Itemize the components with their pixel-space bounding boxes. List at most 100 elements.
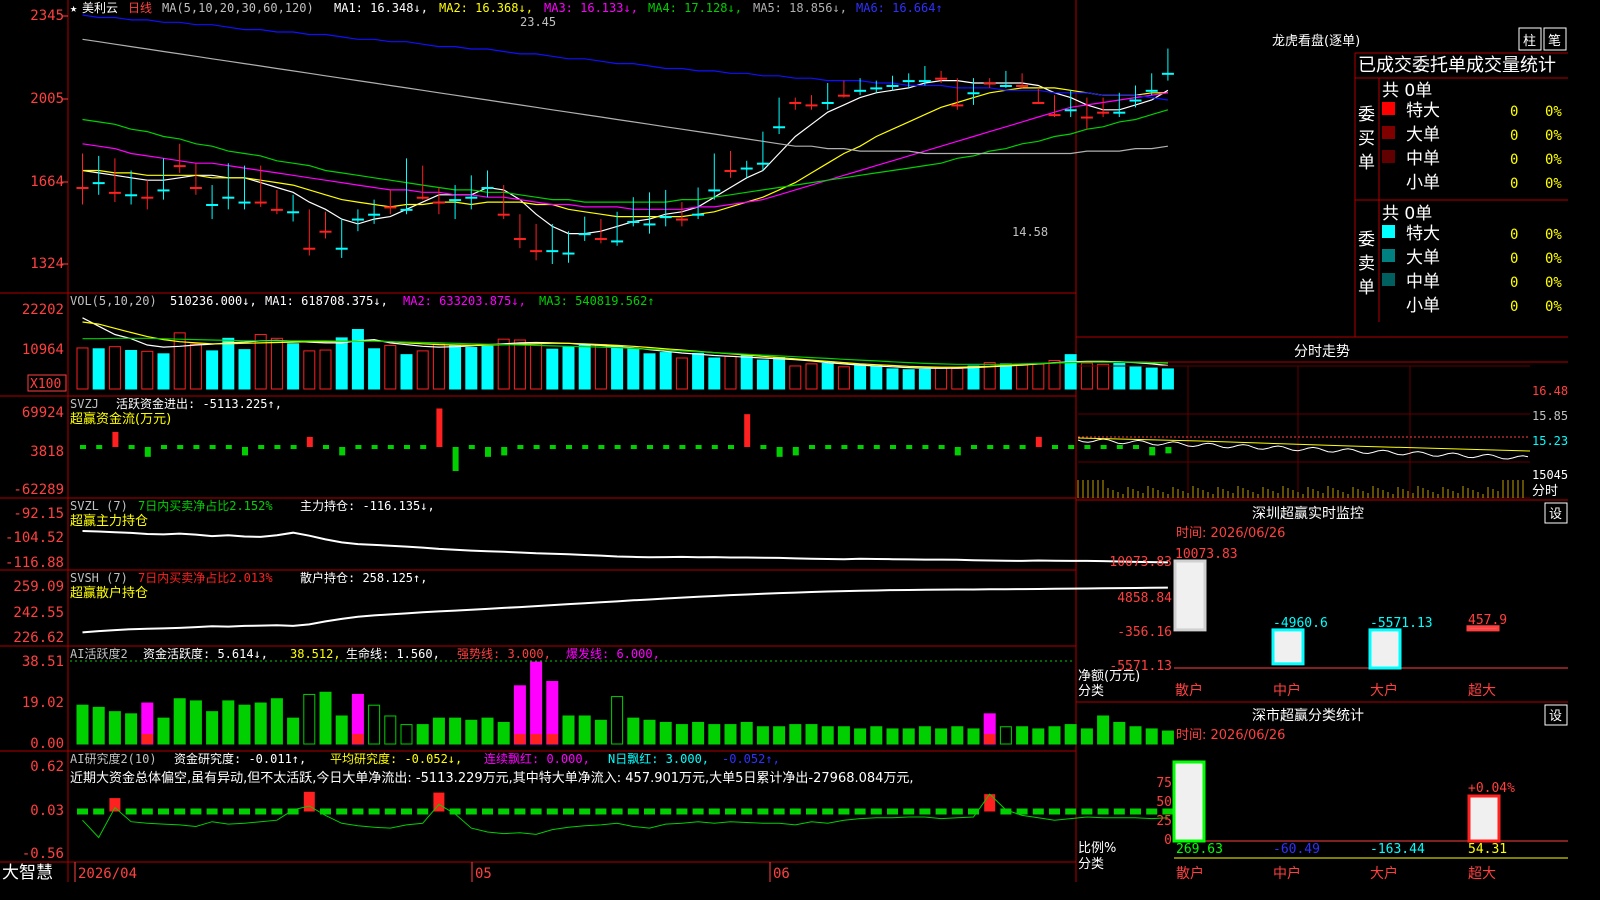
- svzj-title: 超赢资金流(万元): [70, 411, 171, 427]
- flow-dash: [760, 444, 767, 449]
- vol-value: 510236.000↓,: [170, 294, 257, 308]
- retail-position-panel[interactable]: [82, 586, 1168, 634]
- research-dash: [644, 808, 655, 815]
- candlestick-panel[interactable]: [76, 14, 1174, 264]
- class-value-label: -163.44: [1370, 842, 1425, 857]
- monitor-y-label: 4858.84: [1117, 591, 1172, 606]
- svzj-y-label: -62289: [13, 482, 64, 498]
- candle-body: [643, 223, 656, 226]
- flow-dash: [193, 444, 200, 449]
- high-marker: 23.45: [520, 15, 556, 29]
- order-count: 0: [1510, 227, 1518, 243]
- timeline-vol-label: 15045: [1532, 468, 1568, 482]
- main-position-panel[interactable]: [82, 530, 1168, 564]
- research-dash: [546, 808, 558, 815]
- flow-dash: [225, 444, 232, 449]
- research-dash: [125, 808, 137, 815]
- volume-bar: [157, 353, 170, 390]
- research-dash: [838, 808, 850, 815]
- research-panel[interactable]: [77, 791, 1174, 839]
- research-dash: [93, 808, 105, 815]
- class-pct-label: +0.04%: [1468, 781, 1515, 796]
- volume-bar: [92, 348, 105, 390]
- activity-bar: [465, 719, 478, 745]
- monitor-y-label: -356.16: [1117, 625, 1172, 640]
- period-label[interactable]: 日线: [128, 1, 152, 15]
- flow-dash: [728, 444, 734, 449]
- candle-body: [157, 189, 170, 192]
- ai1-v2: 38.512,: [290, 647, 341, 661]
- flow-dash: [177, 444, 184, 449]
- ma4-value: MA4: 17.128↓,: [648, 1, 742, 15]
- svzj-name: SVZJ: [70, 397, 99, 411]
- order-pct: 0%: [1545, 299, 1562, 315]
- flow-dash: [1100, 444, 1107, 449]
- volume-bar: [189, 343, 202, 390]
- flow-dash: [857, 444, 864, 449]
- sell-side-char: 委: [1358, 230, 1375, 250]
- ma-line-ma1: [82, 79, 1169, 235]
- volume-bar: [530, 343, 543, 390]
- candle-body: [951, 104, 964, 107]
- volume-bar: [481, 345, 494, 390]
- svsh-y-label: 242.55: [13, 605, 64, 621]
- flow-bar: [436, 408, 443, 447]
- flow-dash: [290, 444, 297, 449]
- candle-body: [513, 237, 526, 240]
- volume-bar: [870, 365, 883, 390]
- activity-bar: [449, 717, 462, 745]
- candle-body: [92, 182, 105, 185]
- flow-dash: [1003, 444, 1010, 449]
- volume-bar: [368, 348, 381, 390]
- candle-body: [611, 240, 624, 243]
- flow-dash: [938, 444, 945, 449]
- volume-panel[interactable]: [76, 317, 1174, 390]
- flow-dash: [533, 444, 540, 449]
- candle-body: [1016, 84, 1029, 87]
- main-position-line: [82, 530, 1168, 564]
- volume-bar: [659, 352, 672, 390]
- class-chart[interactable]: +0.04% 269.63 散户 -60.49 中户 -163.44 大户 54.31 超大: [1172, 760, 1568, 882]
- monitor-chart[interactable]: 10073.83 散户 -4960.6 中户 -5571.13 大户 457.9 超大: [1173, 547, 1568, 699]
- candle-body: [967, 92, 980, 95]
- ma-line-ma2: [82, 87, 1168, 218]
- stock-chart-screen[interactable]: ★ 美利云 日线 MA(5,10,20,30,60,120) MA1: 16.3…: [0, 0, 1568, 882]
- flow-bar: [112, 431, 119, 447]
- candle-body: [546, 250, 559, 253]
- flow-bar: [339, 446, 346, 456]
- flow-dash: [695, 444, 702, 449]
- activity-bar: [92, 706, 105, 745]
- activity-panel[interactable]: [70, 660, 1174, 745]
- candle-body: [108, 191, 121, 194]
- monitor-value-label: 10073.83: [1175, 547, 1238, 562]
- class-category: 中户: [1273, 865, 1301, 882]
- timeline-title: 分时走势: [1294, 344, 1350, 360]
- order-pct: 0%: [1545, 227, 1562, 243]
- activity-bar: [935, 728, 948, 745]
- main-y-label: 1324: [30, 256, 64, 272]
- research-dash: [1049, 808, 1060, 815]
- candle-body: [1048, 114, 1061, 117]
- flow-dash: [566, 444, 572, 449]
- class-y-label: 0: [1164, 833, 1172, 848]
- candle-body: [562, 252, 575, 255]
- activity-bar: [773, 726, 786, 745]
- fund-flow-panel[interactable]: [80, 408, 1172, 472]
- volume-bar: [384, 344, 397, 390]
- stock-name[interactable]: 美利云: [82, 1, 118, 15]
- svsh-y-label: 226.62: [13, 630, 64, 646]
- class-value-label: 269.63: [1176, 842, 1223, 857]
- candle-body: [1161, 72, 1174, 75]
- order-count: 0: [1510, 251, 1518, 267]
- ma2-value: MA2: 16.368↓,: [439, 1, 533, 15]
- candle-body: [530, 250, 543, 253]
- class-time: 时间: 2026/06/26: [1176, 728, 1285, 743]
- volume-bar: [935, 367, 948, 390]
- order-color-swatch: [1382, 225, 1395, 238]
- activity-bar: [206, 711, 219, 745]
- research-dash: [903, 808, 915, 815]
- vol-ma1: MA1: 618708.375↓,: [265, 294, 388, 308]
- flow-dash: [1068, 444, 1075, 449]
- ai1-y-label: 19.02: [22, 695, 64, 711]
- svsh-name: SVSH (7): [70, 571, 128, 585]
